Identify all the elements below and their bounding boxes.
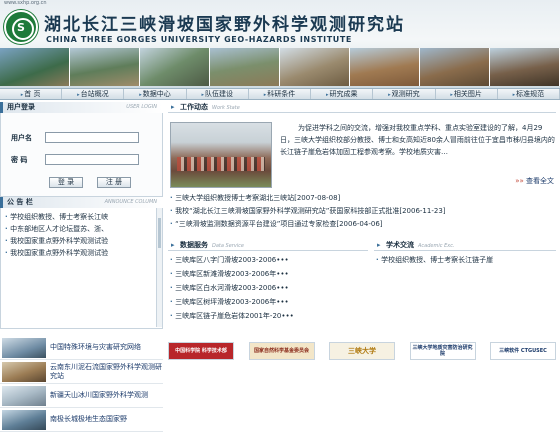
site-subtitle: CHINA THREE GORGES UNIVERSITY GEO-HAZARD… (46, 35, 352, 44)
notice-scrollbar[interactable] (156, 208, 162, 327)
data-service-header: 数据服务 Data Service (168, 240, 368, 251)
site-url: www.sxhp.org.cn (4, 0, 47, 6)
see-all-link[interactable]: 查看全文 (515, 176, 554, 186)
academic-header: 学术交流 Academic Exc. (374, 240, 556, 251)
station-link-label[interactable]: 中国特殊环境与灾害研究网络 (50, 343, 141, 352)
landscape-photo (280, 48, 350, 86)
station-link[interactable]: 中国特殊环境与灾害研究网络 (0, 336, 163, 360)
nav-data-center[interactable]: 数据中心 (124, 89, 187, 99)
station-links: 中国特殊环境与灾害研究网络 云南东川泥石流国家野外科学观测研究站 新疆天山冰川国… (0, 336, 163, 432)
site-logo-icon[interactable]: S (4, 10, 38, 44)
left-column: 用户登录 USER LOGIN 用户名 密 码 登 录 注 册 公 告 栏 AN… (0, 102, 163, 329)
station-link-label[interactable]: 云南东川泥石流国家野外科学观测研究站 (50, 363, 163, 381)
data-service-title: 数据服务 (180, 241, 208, 249)
nav-home[interactable]: 首 页 (0, 89, 63, 99)
login-title: 用户登录 (7, 103, 35, 111)
data-service-item[interactable]: 三峡库区新滩滑坡2003-2006年••• (170, 267, 368, 281)
news-description: 为促进学科之间的交流，增强对我校重点学科、重点实验室建设的了解，4月29日，三峡… (280, 124, 555, 156)
landscape-photo (0, 48, 70, 86)
landscape-photo (420, 48, 490, 86)
academic-exchange-section: 学术交流 Academic Exc. 学校组织教授、博士考察长江链子崖 (374, 240, 556, 267)
station-thumbnail (2, 385, 46, 406)
header-photo-strip (0, 48, 560, 86)
nav-team[interactable]: 队伍建设 (187, 89, 249, 99)
station-link[interactable]: 新疆天山冰川国家野外科学观测 (0, 384, 163, 408)
login-panel: 用户名 密 码 登 录 注 册 (0, 113, 163, 197)
station-thumbnail (2, 337, 46, 358)
partner-logo-geohazard[interactable]: 三峡大学地质灾害防治研究院 (409, 342, 476, 360)
data-service-item[interactable]: 三峡库区白水河滑坡2003-2006••• (170, 281, 368, 295)
station-link[interactable]: 南极长城极地生态国家野 (0, 408, 163, 432)
nav-station-overview[interactable]: 台站概况 (62, 89, 125, 99)
logo-glyph: S (17, 21, 25, 34)
partner-logos: 中国科学院 科学技术部 国家自然科学基金委员会 三峡大学 三峡大学地质灾害防治研… (168, 340, 556, 362)
station-thumbnail (2, 361, 46, 382)
landscape-photo (140, 48, 210, 86)
landscape-photo (490, 48, 560, 86)
username-label: 用户名 (11, 134, 32, 142)
data-service-item[interactable]: 三峡库区树坪滑坡2003-2006年••• (170, 295, 368, 309)
academic-title-en: Academic Exc. (418, 243, 455, 249)
station-link-label[interactable]: 南极长城极地生态国家野 (50, 415, 127, 424)
notice-title-en: ANNOUNCE COLUMN (104, 199, 157, 205)
news-list: 三峡大学组织教授博士考察湖北三峡站[2007-08-08] 我校“湖北长江三峡滑… (170, 192, 556, 231)
notice-item[interactable]: 学校组织教授、博士考察长江峡 (5, 211, 158, 223)
notice-item[interactable]: 我校国家重点野外科学观测试验 (5, 247, 158, 259)
station-thumbnail (2, 409, 46, 430)
work-state-header: 工作动态 Work State (168, 102, 556, 113)
partner-logo-nsfc[interactable]: 国家自然科学基金委员会 (248, 342, 315, 360)
station-link[interactable]: 云南东川泥石流国家野外科学观测研究站 (0, 360, 163, 384)
group-photo[interactable] (170, 122, 272, 188)
news-item[interactable]: 三峡大学组织教授博士考察湖北三峡站[2007-08-08] (170, 192, 556, 205)
notice-panel: 学校组织教授、博士考察长江峡 中东部地区人才论坛暨苏、浙、 我校国家重点野外科学… (0, 208, 163, 329)
work-state-title-en: Work State (212, 105, 240, 111)
password-input[interactable] (45, 154, 139, 165)
data-service-item[interactable]: 三峡库区八字门滑坡2003-2006••• (170, 253, 368, 267)
notice-item[interactable]: 我校国家重点野外科学观测试验 (5, 235, 158, 247)
nav-research-conditions[interactable]: 科研条件 (249, 89, 312, 99)
notice-header: 公 告 栏 ANNOUNCE COLUMN (0, 197, 163, 208)
landscape-photo (210, 48, 280, 86)
academic-title: 学术交流 (386, 241, 414, 249)
username-input[interactable] (45, 132, 139, 143)
academic-item[interactable]: 学校组织教授、博士考察长江链子崖 (376, 253, 556, 267)
news-item[interactable]: “三峡滑坡监测数据资源平台建设”项目通过专家检查[2006-04-06] (170, 218, 556, 231)
partner-logo-ctgusec[interactable]: 三峡软件 CTGUSEC (490, 342, 556, 360)
site-header: www.sxhp.org.cn S 湖北长江三峡滑坡国家野外科学观测研究站 CH… (0, 0, 560, 88)
nav-photos[interactable]: 相关图片 (436, 89, 498, 99)
data-service-title-en: Data Service (212, 243, 245, 249)
nav-research-results[interactable]: 研究成果 (311, 89, 374, 99)
data-service-item[interactable]: 三峡库区链子崖危岩体2001年-20••• (170, 309, 368, 323)
register-button[interactable]: 注 册 (97, 177, 131, 188)
password-label: 密 码 (11, 156, 28, 164)
data-service-section: 数据服务 Data Service 三峡库区八字门滑坡2003-2006••• 三… (168, 240, 368, 323)
nav-observation[interactable]: 观测研究 (373, 89, 436, 99)
login-header: 用户登录 USER LOGIN (0, 102, 163, 113)
login-button[interactable]: 登 录 (49, 177, 83, 188)
main-column: 工作动态 Work State 为促进学科之间的交流，增强对我校重点学科、重点实验… (168, 102, 556, 320)
news-item[interactable]: 我校“湖北长江三峡滑坡国家野外科学观测研究站”获国家科技部正式批准[2006-1… (170, 205, 556, 218)
main-nav: 首 页 台站概况 数据中心 队伍建设 科研条件 研究成果 观测研究 相关图片 标… (0, 88, 560, 100)
notice-title: 公 告 栏 (7, 198, 33, 206)
station-link-label[interactable]: 新疆天山冰川国家野外科学观测 (50, 391, 148, 400)
landscape-photo (350, 48, 420, 86)
notice-item[interactable]: 中东部地区人才论坛暨苏、浙、 (5, 223, 158, 235)
site-title: 湖北长江三峡滑坡国家野外科学观测研究站 (44, 15, 405, 35)
nav-standards[interactable]: 标准规范 (498, 89, 560, 99)
login-title-en: USER LOGIN (126, 104, 157, 110)
partner-logo-cas[interactable]: 中国科学院 科学技术部 (168, 342, 234, 360)
work-state-title: 工作动态 (180, 103, 208, 111)
landscape-photo (70, 48, 140, 86)
partner-logo-ctgu[interactable]: 三峡大学 (329, 342, 395, 360)
